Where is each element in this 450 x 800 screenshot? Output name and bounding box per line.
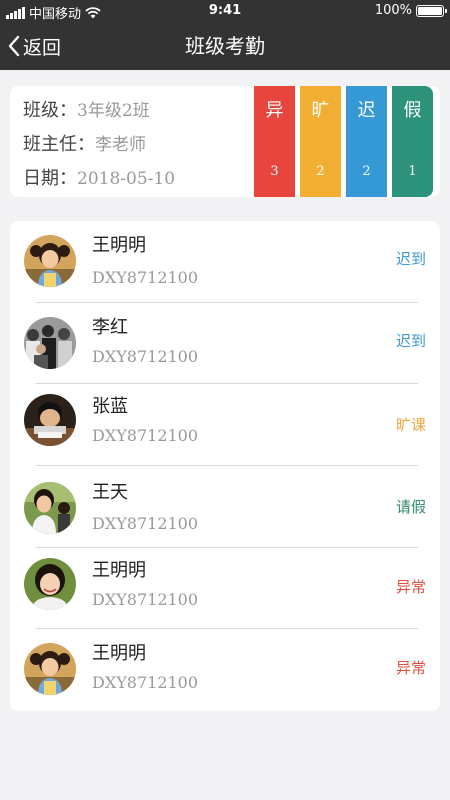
girl-pigtails-avatar bbox=[24, 235, 76, 287]
stat-count: 2 bbox=[316, 164, 325, 179]
stat-label: 异 bbox=[265, 100, 284, 121]
stat-late[interactable]: 迟 2 bbox=[346, 86, 387, 197]
stat-label: 假 bbox=[403, 100, 422, 121]
date-value: 2018-05-10 bbox=[77, 169, 176, 189]
stat-count: 2 bbox=[362, 164, 371, 179]
student-id: DXY8712100 bbox=[92, 426, 199, 445]
attendance-status: 异常 bbox=[395, 578, 426, 596]
battery-percent: 100% bbox=[374, 3, 412, 18]
student-id: DXY8712100 bbox=[92, 590, 199, 609]
stat-count: 1 bbox=[408, 164, 417, 179]
student-id: DXY8712100 bbox=[92, 347, 199, 366]
stat-label: 旷 bbox=[311, 100, 330, 121]
girl-smiling-avatar bbox=[24, 558, 76, 610]
list-item[interactable]: 王天 DXY8712100 请假 bbox=[10, 466, 440, 548]
crowd-avatar bbox=[24, 317, 76, 369]
list-item[interactable]: 王明明 DXY8712100 异常 bbox=[10, 629, 440, 711]
student-id: DXY8712100 bbox=[92, 514, 199, 533]
student-name: 王明明 bbox=[92, 643, 146, 664]
attendance-status: 迟到 bbox=[395, 250, 426, 268]
list-item[interactable]: 李红 DXY8712100 迟到 bbox=[10, 303, 440, 383]
list-item[interactable]: 张蓝 DXY8712100 旷课 bbox=[10, 384, 440, 466]
stat-label: 迟 bbox=[357, 100, 376, 121]
teacher-row: 班主任：李老师 bbox=[23, 128, 175, 162]
attendance-status: 迟到 bbox=[395, 332, 426, 350]
student-name: 李红 bbox=[92, 317, 128, 338]
student-name: 王明明 bbox=[92, 560, 146, 581]
teacher-value: 李老师 bbox=[95, 135, 146, 155]
list-item[interactable]: 王明明 DXY8712100 迟到 bbox=[10, 221, 440, 301]
girl-pigtails-avatar bbox=[24, 643, 76, 695]
student-id: DXY8712100 bbox=[92, 268, 199, 287]
date-row: 日期：2018-05-10 bbox=[23, 162, 175, 196]
student-name: 王明明 bbox=[92, 235, 146, 256]
attendance-stats: 异 3 旷 2 迟 2 假 1 bbox=[254, 86, 433, 197]
class-row: 班级：3年级2班 bbox=[23, 94, 175, 128]
boy-desk-avatar bbox=[24, 394, 76, 446]
stat-leave[interactable]: 假 1 bbox=[392, 86, 433, 197]
status-right: 100% bbox=[374, 3, 447, 18]
student-name: 王天 bbox=[92, 482, 128, 503]
class-value: 3年级2班 bbox=[77, 101, 150, 121]
stat-abnormal[interactable]: 异 3 bbox=[254, 86, 295, 197]
battery-icon bbox=[416, 4, 447, 17]
status-bar: 中国移动 9:41 100% bbox=[0, 0, 450, 22]
date-label: 日期： bbox=[23, 168, 77, 189]
girl-park-avatar bbox=[24, 482, 76, 534]
attendance-status: 旷课 bbox=[395, 416, 426, 434]
back-label: 返回 bbox=[23, 36, 62, 59]
class-info-card: 班级：3年级2班 班主任：李老师 日期：2018-05-10 异 3 旷 2 迟… bbox=[10, 86, 440, 197]
student-name: 张蓝 bbox=[92, 396, 128, 417]
chevron-left-icon bbox=[8, 35, 20, 57]
list-item[interactable]: 王明明 DXY8712100 异常 bbox=[10, 548, 440, 628]
attendance-status: 异常 bbox=[395, 659, 426, 677]
class-label: 班级： bbox=[23, 100, 77, 121]
teacher-label: 班主任： bbox=[23, 134, 95, 155]
back-button[interactable]: 返回 bbox=[8, 22, 61, 70]
stat-absent[interactable]: 旷 2 bbox=[300, 86, 341, 197]
student-list: 王明明 DXY8712100 迟到 李红 DXY8712100 迟到 张蓝 DX… bbox=[10, 221, 440, 711]
nav-bar: 返回 班级考勤 bbox=[0, 22, 450, 70]
student-id: DXY8712100 bbox=[92, 673, 199, 692]
stat-count: 3 bbox=[270, 164, 279, 179]
attendance-status: 请假 bbox=[395, 498, 426, 516]
page-title: 班级考勤 bbox=[185, 34, 265, 58]
class-info-lines: 班级：3年级2班 班主任：李老师 日期：2018-05-10 bbox=[23, 94, 175, 196]
